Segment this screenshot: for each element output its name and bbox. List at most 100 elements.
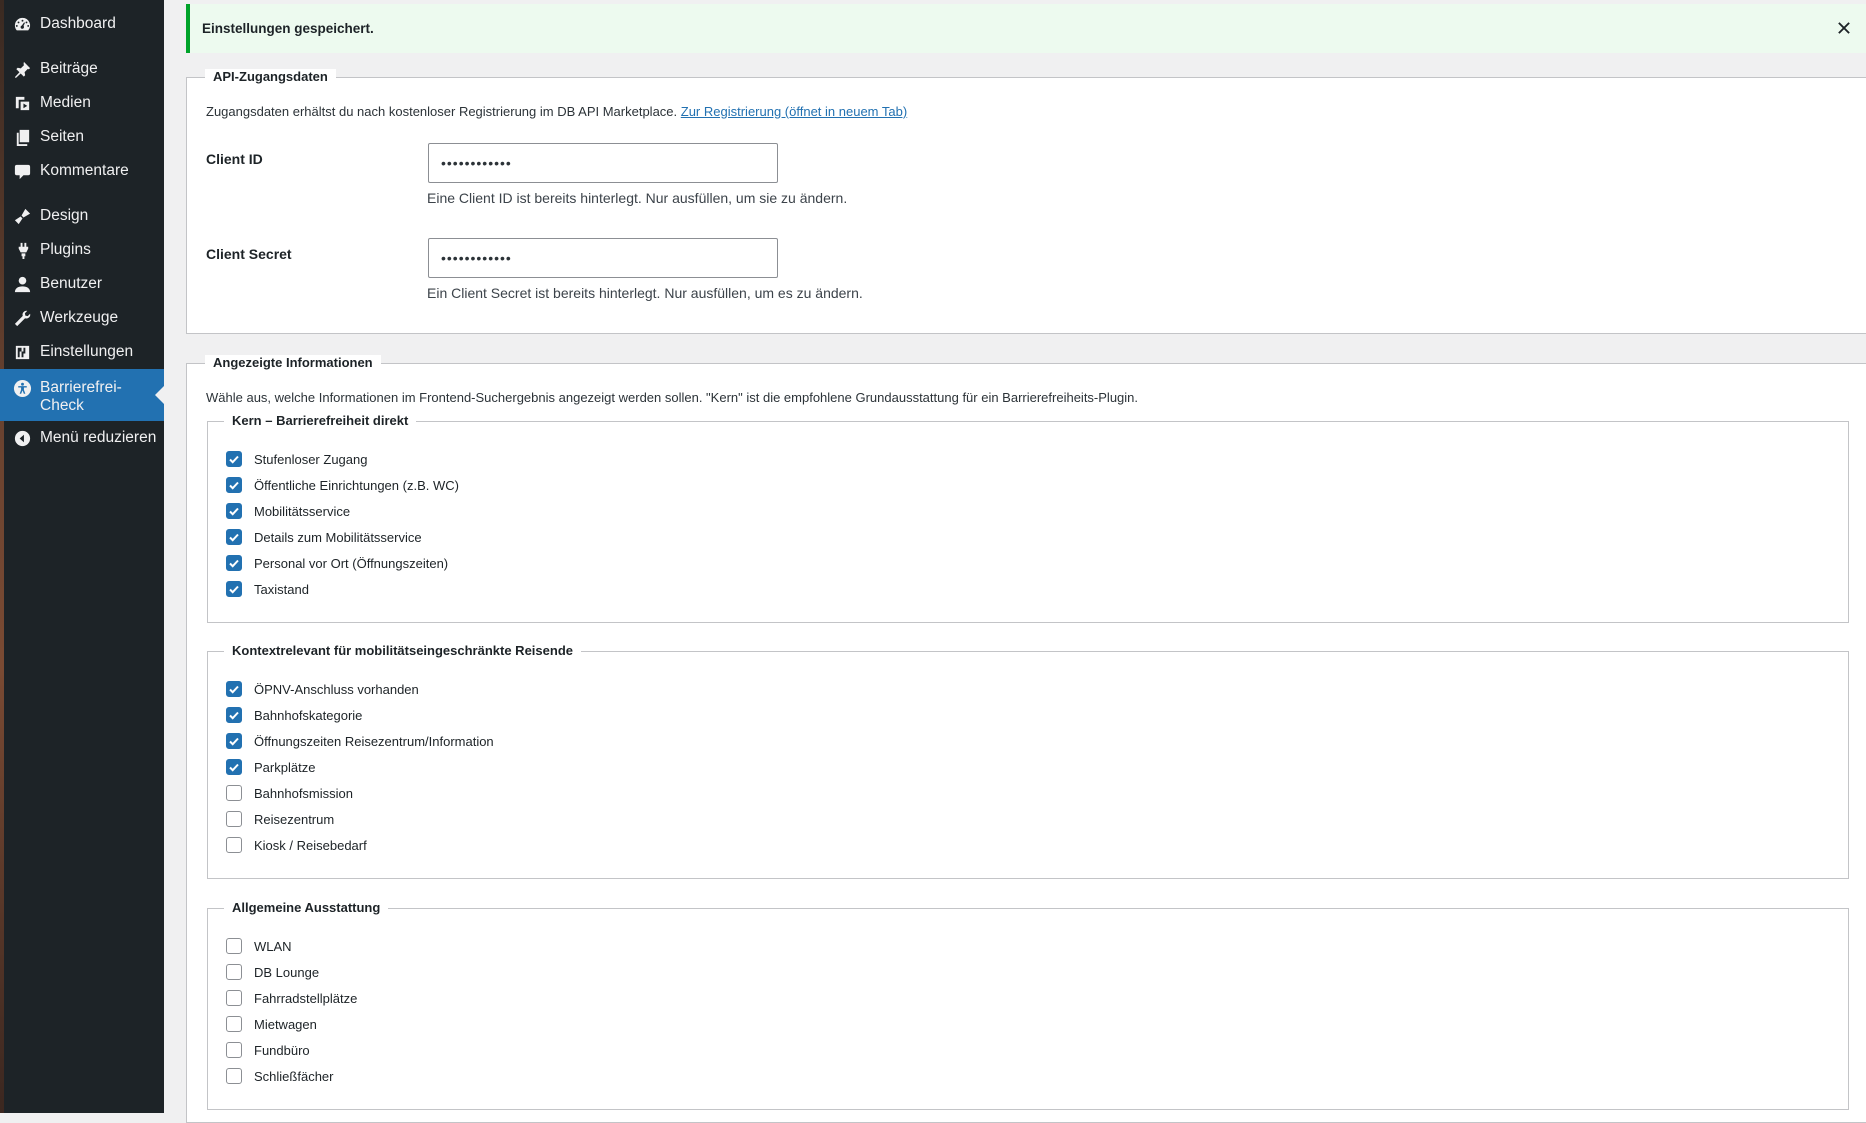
checkbox-row[interactable]: Details zum Mobilitätsservice	[226, 526, 422, 548]
checkbox-label: Parkplätze	[254, 759, 316, 775]
sidebar-item-label: Design	[40, 207, 89, 224]
checkbox-row[interactable]: Stufenloser Zugang	[226, 448, 367, 470]
sidebar-item-label: Einstellungen	[40, 343, 134, 360]
sidebar-item-benutzer[interactable]: Benutzer	[0, 267, 164, 301]
checkbox-row[interactable]: Fundbüro	[226, 1039, 310, 1061]
checkbox-unchecked[interactable]	[226, 1042, 242, 1058]
checkbox-label: Bahnhofskategorie	[254, 707, 363, 723]
client-secret-input[interactable]	[428, 238, 778, 278]
checkbox-unchecked[interactable]	[226, 785, 242, 801]
sidebar-item-medien[interactable]: Medien	[0, 86, 164, 120]
sidebar-item-label: Dashboard	[40, 15, 116, 32]
checkbox-checked[interactable]	[226, 451, 242, 467]
checkbox-checked[interactable]	[226, 681, 242, 697]
sidebar-item-plugins[interactable]: Plugins	[0, 233, 164, 267]
sidebar-item-kommentare[interactable]: Kommentare	[0, 154, 164, 188]
checkbox-row[interactable]: Öffentliche Einrichtungen (z.B. WC)	[226, 474, 459, 496]
sidebar-item-werkzeuge[interactable]: Werkzeuge	[0, 301, 164, 335]
collapse-icon	[12, 428, 32, 448]
checkbox-label: Details zum Mobilitätsservice	[254, 529, 422, 545]
checkbox-row[interactable]: WLAN	[226, 935, 292, 957]
sidebar-item-seiten[interactable]: Seiten	[0, 120, 164, 154]
checkbox-label: WLAN	[254, 938, 292, 954]
sidebar-item-design[interactable]: Design	[0, 199, 164, 233]
wrench-icon	[12, 308, 32, 328]
checkbox-row[interactable]: ÖPNV-Anschluss vorhanden	[226, 678, 419, 700]
checkbox-row[interactable]: Bahnhofsmission	[226, 782, 353, 804]
client-secret-help: Ein Client Secret ist bereits hinterlegt…	[427, 285, 863, 301]
checkbox-row[interactable]: Taxistand	[226, 578, 309, 600]
client-id-input[interactable]	[428, 143, 778, 183]
checkbox-label: ÖPNV-Anschluss vorhanden	[254, 681, 419, 697]
dismiss-notice-button[interactable]	[1834, 18, 1854, 38]
checkbox-unchecked[interactable]	[226, 1016, 242, 1032]
checkbox-label: Stufenloser Zugang	[254, 451, 368, 467]
plugin-icon	[12, 240, 32, 260]
checkbox-checked[interactable]	[226, 759, 242, 775]
checkbox-checked[interactable]	[226, 707, 242, 723]
success-notice: Einstellungen gespeichert.	[186, 4, 1866, 53]
checkbox-checked[interactable]	[226, 581, 242, 597]
checkbox-unchecked[interactable]	[226, 990, 242, 1006]
settings-icon	[12, 342, 32, 362]
checkbox-checked[interactable]	[226, 503, 242, 519]
checkbox-unchecked[interactable]	[226, 811, 242, 827]
sidebar-item-barrierefrei-check[interactable]: Barrierefrei-Check	[0, 369, 164, 421]
checkbox-row[interactable]: Reisezentrum	[226, 808, 334, 830]
checkbox-label: Kiosk / Reisebedarf	[254, 837, 367, 853]
checkbox-unchecked[interactable]	[226, 964, 242, 980]
api-credentials-legend: API-Zugangsdaten	[205, 69, 336, 84]
pages-icon	[12, 127, 32, 147]
sidebar-item-label: Kommentare	[40, 162, 129, 179]
checkbox-label: DB Lounge	[254, 964, 320, 980]
sidebar-item-label: Barrierefrei-Check	[40, 379, 122, 414]
dashboard-icon	[12, 14, 32, 34]
client-id-help: Eine Client ID ist bereits hinterlegt. N…	[427, 190, 848, 206]
checkbox-row[interactable]: DB Lounge	[226, 961, 319, 983]
checkbox-row[interactable]: Kiosk / Reisebedarf	[226, 834, 367, 856]
group-context-legend: Kontextrelevant für mobilitätseingeschrä…	[224, 643, 581, 658]
checkbox-row[interactable]: Mobilitätsservice	[226, 500, 350, 522]
checkbox-row[interactable]: Personal vor Ort (Öffnungszeiten)	[226, 552, 448, 574]
sidebar-item-dashboard[interactable]: Dashboard	[0, 7, 164, 41]
checkbox-label: Fahrradstellplätze	[254, 990, 358, 1006]
checkbox-label: Bahnhofsmission	[254, 785, 353, 801]
checkbox-unchecked[interactable]	[226, 938, 242, 954]
pin-icon	[12, 59, 32, 79]
checkbox-row[interactable]: Bahnhofskategorie	[226, 704, 362, 726]
sidebar-item-label: Seiten	[40, 128, 84, 145]
checkbox-label: Reisezentrum	[254, 811, 335, 827]
sidebar-item-label: Medien	[40, 94, 91, 111]
media-icon	[12, 93, 32, 113]
brush-icon	[12, 206, 32, 226]
checkbox-row[interactable]: Fahrradstellplätze	[226, 987, 357, 1009]
group-context	[207, 651, 1849, 879]
sidebar-item-label: Menü reduzieren	[40, 429, 157, 446]
checkbox-checked[interactable]	[226, 733, 242, 749]
group-general-legend: Allgemeine Ausstattung	[224, 900, 389, 915]
checkbox-row[interactable]: Schließfächer	[226, 1065, 333, 1087]
sidebar-item-einstellungen[interactable]: Einstellungen	[0, 335, 164, 369]
collapse-menu-button[interactable]: Menü reduzieren	[0, 421, 164, 455]
displayed-info-description: Wähle aus, welche Informationen im Front…	[206, 390, 1139, 405]
client-secret-label: Client Secret	[206, 246, 292, 262]
accessibility-icon	[12, 378, 32, 398]
checkbox-checked[interactable]	[226, 555, 242, 571]
checkbox-label: Öffentliche Einrichtungen (z.B. WC)	[254, 477, 459, 493]
checkbox-unchecked[interactable]	[226, 1068, 242, 1084]
checkbox-unchecked[interactable]	[226, 837, 242, 853]
sidebar-item-beitraege[interactable]: Beiträge	[0, 52, 164, 86]
sidebar-item-label: Werkzeuge	[40, 309, 119, 326]
checkbox-checked[interactable]	[226, 529, 242, 545]
user-icon	[12, 274, 32, 294]
checkbox-row[interactable]: Mietwagen	[226, 1013, 317, 1035]
registration-link[interactable]: Zur Registrierung (öffnet in neuem Tab)	[681, 104, 907, 119]
api-description: Zugangsdaten erhältst du nach kostenlose…	[206, 104, 907, 119]
checkbox-checked[interactable]	[226, 477, 242, 493]
group-general	[207, 908, 1849, 1110]
checkbox-row[interactable]: Parkplätze	[226, 756, 315, 778]
client-id-label: Client ID	[206, 151, 263, 167]
notice-message: Einstellungen gespeichert.	[202, 21, 374, 36]
checkbox-row[interactable]: Öffnungszeiten Reisezentrum/Information	[226, 730, 494, 752]
checkbox-label: Öffnungszeiten Reisezentrum/Information	[254, 733, 494, 749]
